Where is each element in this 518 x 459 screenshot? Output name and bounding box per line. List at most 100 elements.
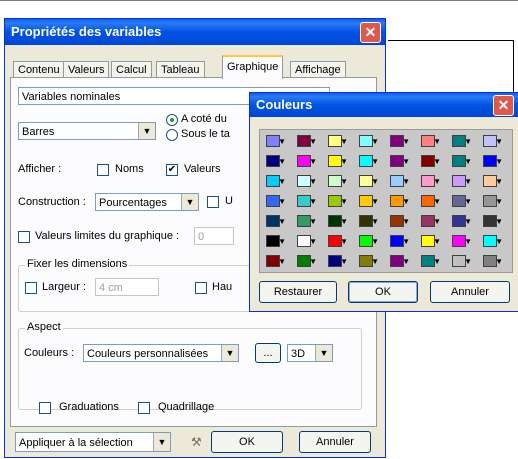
chevron-down-icon[interactable]: ▼ <box>402 258 410 266</box>
color-swatch[interactable]: ▼ <box>481 133 503 149</box>
chevron-down-icon[interactable]: ▼ <box>278 258 286 266</box>
chevron-down-icon[interactable]: ▼ <box>309 158 317 166</box>
chevron-down-icon[interactable]: ▼ <box>371 138 379 146</box>
largeur-field[interactable]: 4 cm <box>95 278 159 296</box>
chevron-down-icon[interactable]: ▼ <box>464 258 472 266</box>
color-swatch[interactable]: ▼ <box>388 253 410 269</box>
chevron-down-icon[interactable]: ▼ <box>402 138 410 146</box>
color-swatch[interactable]: ▼ <box>419 173 441 189</box>
color-swatch[interactable]: ▼ <box>295 153 317 169</box>
color-swatch[interactable]: ▼ <box>419 193 441 209</box>
chevron-down-icon[interactable]: ▼ <box>309 138 317 146</box>
color-swatch[interactable]: ▼ <box>326 193 348 209</box>
chevron-down-icon[interactable]: ▼ <box>464 138 472 146</box>
color-swatch[interactable]: ▼ <box>450 233 472 249</box>
color-swatch[interactable]: ▼ <box>481 193 503 209</box>
color-swatch[interactable]: ▼ <box>357 133 379 149</box>
color-swatch[interactable]: ▼ <box>264 193 286 209</box>
color-swatch[interactable]: ▼ <box>388 153 410 169</box>
color-swatch[interactable]: ▼ <box>419 253 441 269</box>
more-colors-button[interactable]: ... <box>255 343 281 363</box>
valeurs-checkbox[interactable]: ✔ <box>166 164 178 176</box>
color-swatch[interactable]: ▼ <box>295 193 317 209</box>
chart-type-select[interactable]: Barres ▼ <box>18 122 156 140</box>
color-swatch[interactable]: ▼ <box>388 133 410 149</box>
color-swatch[interactable]: ▼ <box>264 173 286 189</box>
tab-graphique[interactable]: Graphique <box>222 55 284 79</box>
color-swatch[interactable]: ▼ <box>264 133 286 149</box>
chevron-down-icon[interactable]: ▼ <box>309 258 317 266</box>
chevron-down-icon[interactable]: ▼ <box>433 178 441 186</box>
chevron-down-icon[interactable]: ▼ <box>371 258 379 266</box>
color-swatch[interactable]: ▼ <box>450 173 472 189</box>
chevron-down-icon[interactable]: ▼ <box>371 238 379 246</box>
color-swatch[interactable]: ▼ <box>357 193 379 209</box>
chevron-down-icon[interactable]: ▼ <box>402 158 410 166</box>
tab-calcul[interactable]: Calcul <box>111 61 152 78</box>
chevron-down-icon[interactable]: ▼ <box>495 178 503 186</box>
legend-radio-beside[interactable] <box>166 114 178 126</box>
chevron-down-icon[interactable]: ▼ <box>402 218 410 226</box>
construction-select[interactable]: Pourcentages ▼ <box>95 193 199 211</box>
chevron-down-icon[interactable]: ▼ <box>464 178 472 186</box>
chevron-down-icon[interactable]: ▼ <box>371 218 379 226</box>
limits-checkbox[interactable] <box>18 231 30 243</box>
chevron-down-icon[interactable]: ▼ <box>495 238 503 246</box>
color-swatch[interactable]: ▼ <box>326 213 348 229</box>
chevron-down-icon[interactable]: ▼ <box>464 158 472 166</box>
color-swatch[interactable]: ▼ <box>450 153 472 169</box>
construction-u-checkbox[interactable] <box>207 196 219 208</box>
chevron-down-icon[interactable]: ▼ <box>371 198 379 206</box>
color-swatch[interactable]: ▼ <box>264 153 286 169</box>
tab-affichage[interactable]: Affichage <box>290 61 346 78</box>
legend-radio-below[interactable] <box>166 129 178 141</box>
quadrillage-checkbox[interactable] <box>138 402 150 414</box>
chevron-down-icon[interactable]: ▼ <box>464 218 472 226</box>
color-swatch[interactable]: ▼ <box>264 233 286 249</box>
chevron-down-icon[interactable]: ▼ <box>278 138 286 146</box>
color-swatch[interactable]: ▼ <box>388 233 410 249</box>
color-swatch[interactable]: ▼ <box>450 193 472 209</box>
color-swatch[interactable]: ▼ <box>357 253 379 269</box>
chevron-down-icon[interactable]: ▼ <box>340 158 348 166</box>
color-swatch[interactable]: ▼ <box>419 133 441 149</box>
chevron-down-icon[interactable]: ▼ <box>433 158 441 166</box>
color-swatch[interactable]: ▼ <box>481 253 503 269</box>
chevron-down-icon[interactable]: ▼ <box>433 198 441 206</box>
chevron-down-icon[interactable]: ▼ <box>309 218 317 226</box>
color-swatch[interactable]: ▼ <box>388 213 410 229</box>
chevron-down-icon[interactable]: ▼ <box>433 138 441 146</box>
chevron-down-icon[interactable]: ▼ <box>278 198 286 206</box>
color-swatch[interactable]: ▼ <box>295 173 317 189</box>
chevron-down-icon[interactable]: ▼ <box>340 238 348 246</box>
color-swatch[interactable]: ▼ <box>326 173 348 189</box>
color-swatch[interactable]: ▼ <box>481 213 503 229</box>
chevron-down-icon[interactable]: ▼ <box>402 178 410 186</box>
chevron-down-icon[interactable]: ▼ <box>340 138 348 146</box>
chevron-down-icon[interactable]: ▼ <box>433 258 441 266</box>
colors-close-button[interactable]: ✕ <box>493 95 514 116</box>
cancel-button[interactable]: Annuler <box>299 431 371 453</box>
color-swatch[interactable]: ▼ <box>295 133 317 149</box>
tools-icon[interactable]: ⚒ <box>191 435 202 449</box>
chevron-down-icon[interactable]: ▼ <box>402 238 410 246</box>
chevron-down-icon[interactable]: ▼ <box>495 258 503 266</box>
color-swatch[interactable]: ▼ <box>450 253 472 269</box>
colors-cancel-button[interactable]: Annuler <box>430 281 510 303</box>
chevron-down-icon[interactable]: ▼ <box>464 238 472 246</box>
color-swatch[interactable]: ▼ <box>481 173 503 189</box>
chevron-down-icon[interactable]: ▼ <box>309 198 317 206</box>
color-swatch[interactable]: ▼ <box>481 153 503 169</box>
tab-tableau[interactable]: Tableau <box>156 61 205 78</box>
color-swatch[interactable]: ▼ <box>450 133 472 149</box>
chevron-down-icon[interactable]: ▼ <box>433 218 441 226</box>
noms-checkbox[interactable] <box>97 164 109 176</box>
color-swatch[interactable]: ▼ <box>450 213 472 229</box>
mode-select[interactable]: 3D ▼ <box>287 344 333 362</box>
close-button[interactable]: ✕ <box>360 22 381 43</box>
chevron-down-icon[interactable]: ▼ <box>371 158 379 166</box>
chevron-down-icon[interactable]: ▼ <box>278 238 286 246</box>
graduations-checkbox[interactable] <box>39 402 51 414</box>
largeur-checkbox[interactable] <box>25 282 37 294</box>
chevron-down-icon[interactable]: ▼ <box>495 198 503 206</box>
